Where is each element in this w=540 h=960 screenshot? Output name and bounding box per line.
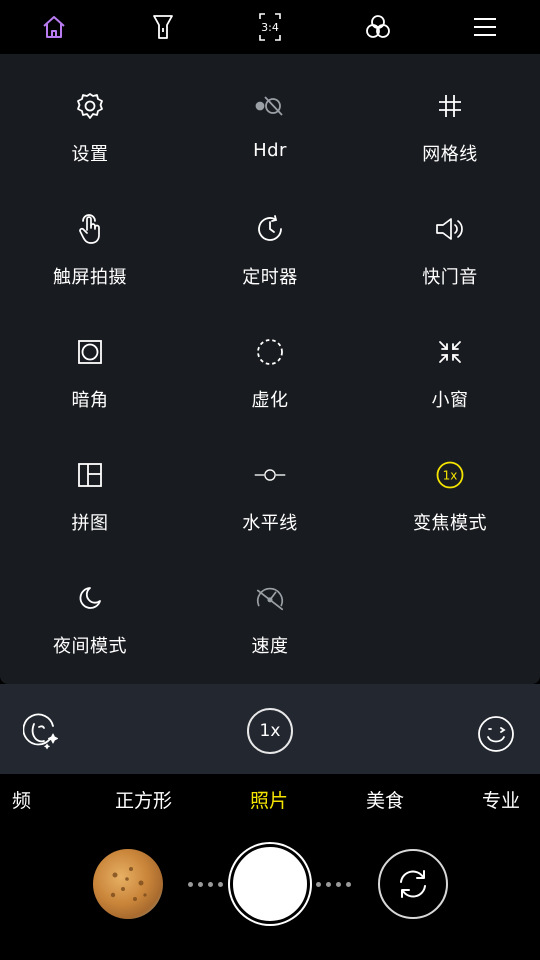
mode-video[interactable]: 频 (12, 786, 31, 813)
filters-icon[interactable] (361, 10, 395, 44)
setting-label: 设置 (71, 144, 109, 165)
setting-timer[interactable]: 定时器 (180, 177, 360, 300)
moon-icon (74, 582, 106, 614)
menu-icon[interactable] (468, 10, 502, 44)
setting-shutter-sound[interactable]: 快门音 (360, 177, 540, 300)
setting-label: 速度 (251, 636, 289, 657)
setting-label: 小窗 (431, 390, 469, 411)
switch-camera-button[interactable] (378, 849, 448, 919)
level-icon (254, 459, 286, 491)
setting-label: 网格线 (422, 144, 478, 165)
shortcut-strip: 1x (0, 684, 540, 774)
mode-pro[interactable]: 专业 (482, 786, 520, 813)
gear-icon (74, 90, 106, 122)
setting-speed[interactable]: 速度 (180, 546, 360, 669)
settings-panel: 设置 Hdr 网格线 触屏拍摄 定时器 快门音 暗角 虚化 小窗 拼图 水平线 … (0, 54, 540, 684)
top-bar: 3:4 (0, 0, 540, 54)
flashlight-icon[interactable] (146, 10, 180, 44)
smile-icon[interactable] (476, 714, 516, 754)
zoom-mode-icon: 1x (434, 459, 466, 491)
switch-camera-icon (400, 870, 426, 898)
aspect-ratio-icon[interactable]: 3:4 (253, 10, 287, 44)
setting-label: 变焦模式 (413, 513, 487, 534)
setting-horizon[interactable]: 水平线 (180, 423, 360, 546)
setting-collage[interactable]: 拼图 (0, 423, 180, 546)
setting-label: 水平线 (242, 513, 298, 534)
setting-vignette[interactable]: 暗角 (0, 300, 180, 423)
vignette-icon (74, 336, 106, 368)
shutter-button[interactable] (230, 844, 310, 924)
grid-icon (434, 90, 466, 122)
aspect-ratio-label: 3:4 (261, 21, 279, 34)
setting-label: 定时器 (242, 267, 298, 288)
gallery-thumbnail[interactable] (93, 849, 163, 919)
setting-touch-capture[interactable]: 触屏拍摄 (0, 177, 180, 300)
setting-label: 快门音 (422, 267, 478, 288)
setting-night-mode[interactable]: 夜间模式 (0, 546, 180, 669)
speaker-icon (434, 213, 466, 245)
setting-grid[interactable]: 网格线 (360, 54, 540, 177)
setting-zoom-mode[interactable]: 1x 变焦模式 (360, 423, 540, 546)
beauty-icon[interactable] (22, 712, 62, 752)
mode-food[interactable]: 美食 (366, 786, 404, 813)
mode-photo[interactable]: 照片 (250, 786, 288, 813)
setting-small-window[interactable]: 小窗 (360, 300, 540, 423)
zoom-button[interactable]: 1x (247, 708, 293, 754)
home-icon[interactable] (37, 10, 71, 44)
setting-label: 夜间模式 (53, 636, 127, 657)
hdr-off-icon (254, 90, 286, 122)
setting-label: Hdr (253, 140, 287, 161)
shrink-icon (434, 336, 466, 368)
mode-square[interactable]: 正方形 (115, 786, 172, 813)
setting-blur[interactable]: 虚化 (180, 300, 360, 423)
indicator-dots-left (188, 882, 223, 887)
indicator-dots-right (316, 882, 351, 887)
speed-icon (254, 582, 286, 614)
mode-selector: 频 正方形 照片 美食 专业 (0, 774, 540, 824)
blur-icon (254, 336, 286, 368)
collage-icon (74, 459, 106, 491)
zoom-mode-badge: 1x (443, 469, 458, 483)
setting-label: 虚化 (251, 390, 289, 411)
setting-settings[interactable]: 设置 (0, 54, 180, 177)
setting-label: 触屏拍摄 (53, 267, 127, 288)
capture-controls (0, 824, 540, 960)
setting-label: 暗角 (71, 390, 109, 411)
timer-icon (254, 213, 286, 245)
setting-hdr[interactable]: Hdr (180, 54, 360, 177)
setting-label: 拼图 (71, 513, 109, 534)
touch-icon (74, 213, 106, 245)
